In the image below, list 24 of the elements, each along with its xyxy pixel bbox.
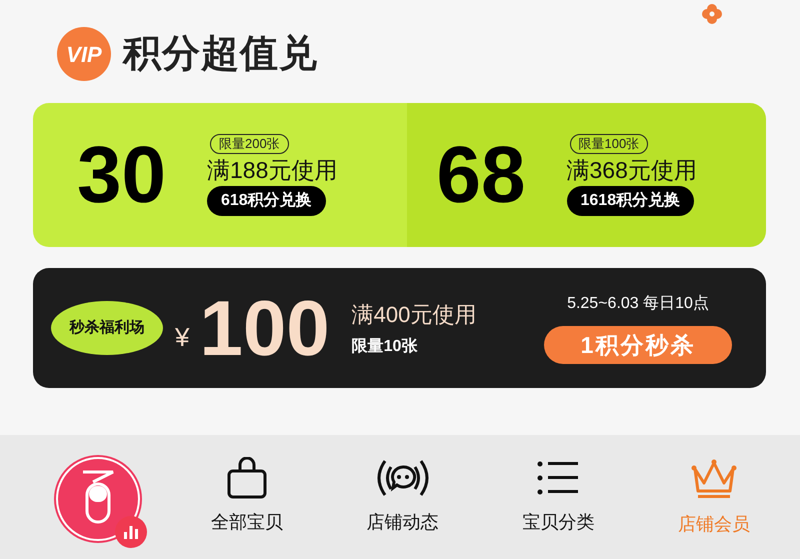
- coupon-condition: 满368元使用: [566, 156, 697, 185]
- flash-sale-tag: 秒杀福利场: [51, 301, 163, 355]
- limit-tag: 限量200张: [210, 134, 289, 154]
- currency-symbol: ¥: [175, 320, 190, 354]
- coupon-amount: 68: [436, 135, 526, 215]
- crown-icon: [690, 456, 738, 500]
- flash-amount: 100: [199, 289, 330, 367]
- coupon-amount: 30: [77, 135, 167, 215]
- flower-icon: [701, 3, 723, 25]
- coupon-condition: 满188元使用: [207, 156, 338, 185]
- coupon-card[interactable]: 30 限量200张 满188元使用 618积分兑换: [33, 103, 406, 247]
- flash-limit: 限量10张: [352, 336, 418, 356]
- exchange-button[interactable]: 618积分兑换: [207, 186, 326, 216]
- sale-schedule: 5.25~6.03 每日10点: [567, 294, 709, 314]
- tab-item[interactable]: 全部宝贝: [177, 456, 317, 538]
- shopping-bag-icon: [225, 456, 269, 498]
- coupon-card[interactable]: 68 限量100张 满368元使用 1618积分兑换: [406, 103, 766, 247]
- section-title: 积分超值兑: [123, 32, 318, 76]
- exchange-button[interactable]: 1618积分兑换: [566, 186, 694, 216]
- limit-tag: 限量100张: [570, 134, 648, 154]
- vip-badge: VIP: [57, 27, 111, 81]
- flash-condition: 满400元使用: [352, 300, 476, 328]
- tab-item[interactable]: 店铺动态: [332, 456, 473, 538]
- tab-item[interactable]: 宝贝分类: [488, 456, 628, 538]
